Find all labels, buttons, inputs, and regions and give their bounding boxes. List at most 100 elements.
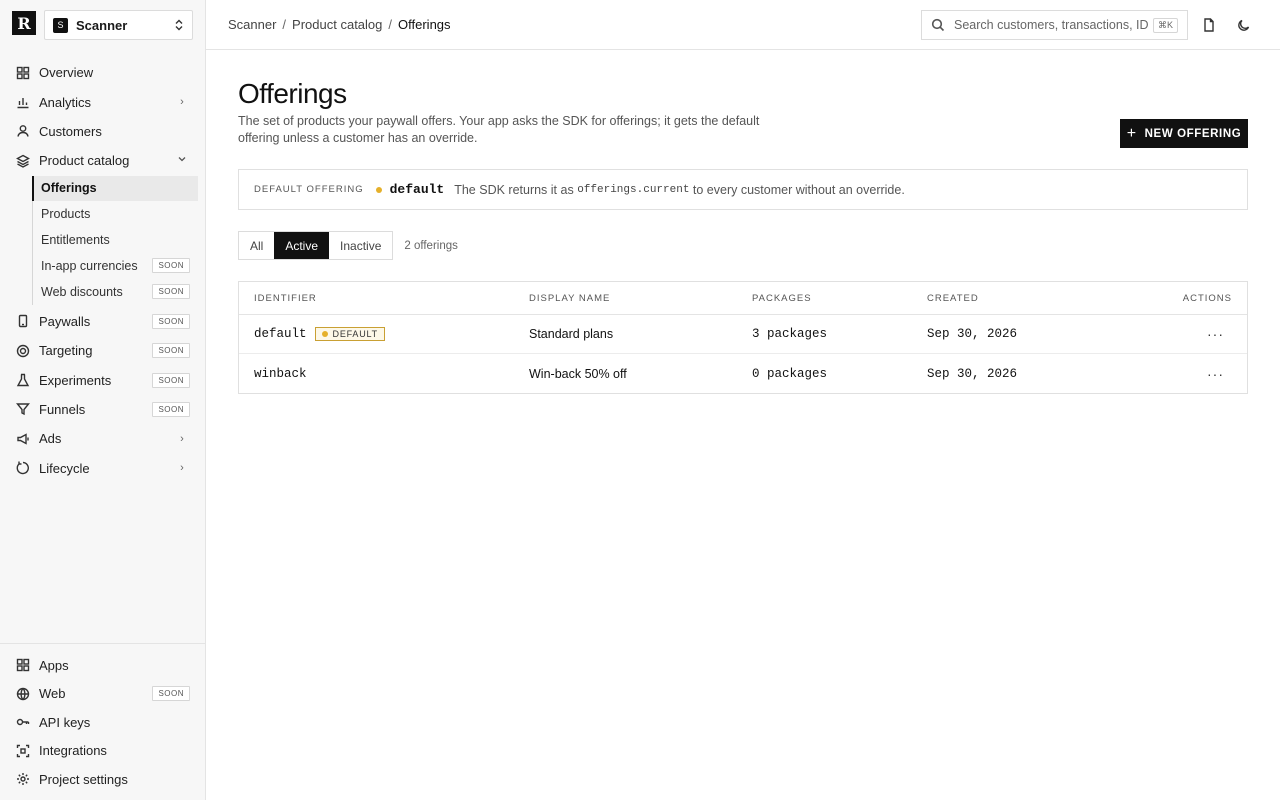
new-offering-button[interactable]: + NEW OFFERING [1120,119,1248,148]
default-offering-eyebrow: DEFAULT OFFERING [254,184,364,195]
breadcrumb-separator: / [282,17,287,32]
nav-item-project-settings[interactable]: Project settings [0,765,206,794]
nav-label: Project settings [39,771,128,787]
default-badge: DEFAULT [314,327,385,341]
breadcrumb-item[interactable]: Scanner [228,17,276,32]
cycle-icon [16,461,30,475]
megaphone-icon [16,432,30,446]
subnav-label: Web discounts [41,284,123,299]
offering-display-name: Win-back 50% off [529,366,627,381]
more-actions-icon[interactable]: ··· [1207,366,1232,382]
subnav-item-products[interactable]: Products [33,201,198,227]
grid-icon [16,66,30,80]
page-title: Offerings [238,78,347,109]
nav-item-apps[interactable]: Apps [0,651,206,680]
nav-label: Apps [39,657,69,673]
nav-label: Analytics [39,94,92,110]
bar-chart-icon [16,95,30,109]
plus-icon: + [1126,124,1137,142]
layers-icon [16,154,30,168]
nav-item-api-keys[interactable]: API keys [0,708,206,737]
nav-label: Ads [39,431,62,447]
soon-badge: SOON [152,401,190,417]
column-header-packages[interactable]: PACKAGES [752,293,927,304]
nav-label: API keys [39,714,91,730]
nav-item-ads[interactable]: Ads › [0,424,206,453]
document-icon[interactable] [1201,17,1217,33]
subnav-item-in-app-currencies[interactable]: In-app currencies SOON [33,253,198,279]
subnav-label: Entitlements [41,233,110,248]
subnav-label: In-app currencies [41,258,138,273]
nav-item-paywalls[interactable]: Paywalls SOON [0,307,206,336]
project-switcher[interactable]: S Scanner [44,10,193,40]
breadcrumb-item[interactable]: Product catalog [292,17,382,32]
nav-item-funnels[interactable]: Funnels SOON [0,395,206,424]
funnel-icon [16,402,30,416]
default-dot-icon [321,331,328,337]
main-nav: Overview Analytics › Customers Product c… [0,58,206,483]
nav-item-experiments[interactable]: Experiments SOON [0,365,206,394]
default-offering-text-after: to every customer without an override. [692,182,905,197]
nav-label: Web [39,686,66,702]
breadcrumb-separator: / [388,17,393,32]
table-row[interactable]: default DEFAULT Standard plans 3 package… [239,315,1247,354]
nav-item-analytics[interactable]: Analytics › [0,87,206,116]
subnav-item-entitlements[interactable]: Entitlements [33,227,198,253]
nav-item-lifecycle[interactable]: Lifecycle › [0,454,206,483]
nav-label: Experiments [39,372,112,388]
soon-badge: SOON [152,284,190,300]
offering-created: Sep 30, 2026 [927,327,1018,341]
project-name: Scanner [76,17,128,33]
logo[interactable]: R [12,11,36,35]
chevron-right-icon: › [180,462,184,475]
user-icon [16,124,30,138]
chevron-right-icon: › [180,432,184,445]
soon-badge: SOON [152,343,190,359]
breadcrumb-current: Offerings [398,17,451,32]
soon-badge: SOON [152,686,190,702]
nav-item-overview[interactable]: Overview [0,58,206,87]
table-row[interactable]: winback Win-back 50% off 0 packages Sep … [239,354,1247,393]
column-header-created[interactable]: CREATED [927,293,1167,304]
nav-item-web[interactable]: Web SOON [0,680,206,709]
nav-label: Overview [39,65,94,81]
nav-label: Integrations [39,743,107,759]
default-badge-label: DEFAULT [332,329,378,339]
nav-label: Targeting [39,343,93,359]
offering-packages: 0 packages [752,366,828,381]
product-catalog-subnav: Offerings Products Entitlements In-app c… [32,175,198,305]
subnav-item-offerings[interactable]: Offerings [32,175,198,202]
nav-item-integrations[interactable]: Integrations [0,737,206,766]
subnav-item-web-discounts[interactable]: Web discounts SOON [33,279,198,305]
filter-all[interactable]: All [239,232,275,259]
filter-bar: All Active Inactive 2 offerings [238,231,458,260]
search-box: ⌘K [921,10,1188,40]
apps-icon [16,658,30,672]
nav-label: Funnels [39,401,86,417]
page-description: The set of products your paywall offers.… [238,114,760,145]
default-offering-identifier[interactable]: default [390,182,445,197]
default-offering-text-before: The SDK returns it as [454,182,574,197]
column-header-display-name[interactable]: DISPLAY NAME [529,293,752,304]
nav-item-targeting[interactable]: Targeting SOON [0,336,206,365]
subnav-label: Products [41,207,91,222]
column-header-identifier[interactable]: IDENTIFIER [239,293,529,304]
main-content: Offerings The set of products your paywa… [206,50,1280,800]
offering-identifier[interactable]: winback [254,367,307,381]
nav-item-product-catalog[interactable]: Product catalog [0,146,206,175]
offerings-count: 2 offerings [404,239,458,252]
globe-icon [16,687,30,701]
filter-active[interactable]: Active [274,232,330,259]
offering-identifier[interactable]: default [254,327,307,341]
default-dot-icon [375,186,382,193]
more-actions-icon[interactable]: ··· [1207,326,1232,342]
nav-item-customers[interactable]: Customers [0,117,206,146]
nav-label: Lifecycle [39,460,90,476]
search-input[interactable] [954,18,1149,32]
target-icon [16,344,30,358]
moon-icon[interactable] [1236,17,1252,33]
chevron-down-icon [174,154,190,167]
filter-inactive[interactable]: Inactive [329,232,393,259]
bottom-nav: Apps Web SOON API keys Integrations Proj… [0,643,206,794]
chevron-right-icon: › [180,96,184,109]
